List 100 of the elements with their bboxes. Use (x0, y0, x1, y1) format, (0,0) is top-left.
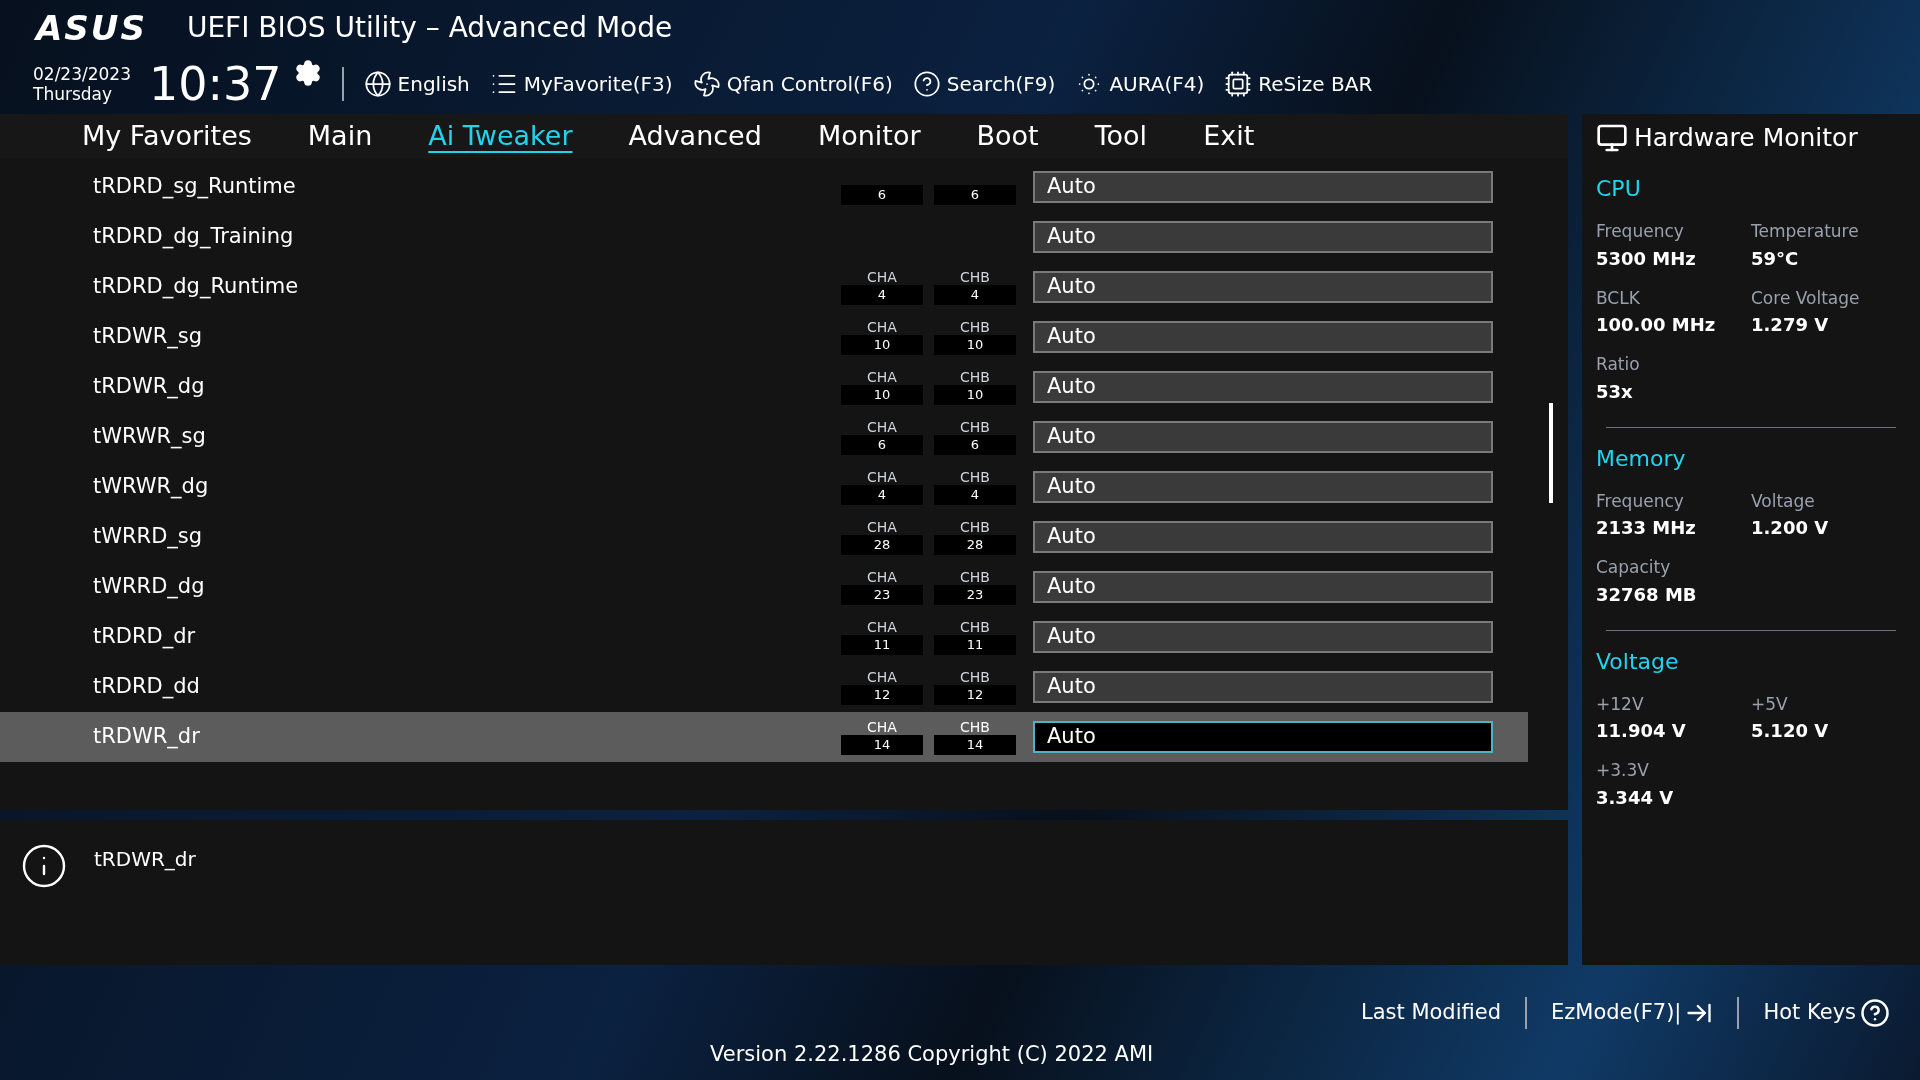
channel-value: 12 (934, 685, 1016, 705)
menu-tab[interactable]: Main (307, 115, 373, 157)
metric-label: Capacity (1596, 556, 1672, 579)
metric-label: Voltage (1751, 489, 1816, 513)
setting-row[interactable]: tWRWR_dg CHA 4 CHB 4 Auto (0, 462, 1528, 512)
channel-label: CHA (867, 369, 897, 385)
channel-value: 6 (934, 435, 1016, 455)
setting-row[interactable]: tRDRD_dg_Training Auto (0, 212, 1528, 262)
metric-label: +3.3V (1596, 759, 1650, 782)
channel-label: CHA (867, 619, 897, 635)
channel-label: CHA (867, 519, 897, 535)
setting-row[interactable]: tWRRD_dg CHA 23 CHB 23 Auto (0, 562, 1528, 612)
channel-value: 6 (841, 435, 923, 455)
setting-row[interactable]: tWRRD_sg CHA 28 CHB 28 Auto (0, 512, 1528, 562)
setting-label: tRDWR_dr (93, 723, 201, 751)
channel-label: CHA (867, 319, 897, 335)
channel-value: 4 (841, 485, 923, 505)
setting-row[interactable]: tRDRD_sg_Runtime 6 6 Auto (0, 162, 1528, 212)
channel-label: CHA (867, 669, 897, 685)
metric-label: +5V (1751, 692, 1789, 716)
metric-label: Frequency (1596, 220, 1685, 243)
menu-tab[interactable]: Boot (976, 115, 1039, 157)
channel-value: 28 (934, 535, 1016, 555)
brand-logo: ASUS (36, 6, 147, 50)
value-dropdown[interactable]: Auto (1033, 571, 1493, 603)
scrollbar-thumb[interactable] (1549, 403, 1553, 503)
metric-value: 11.904 V (1596, 719, 1687, 743)
setting-row[interactable]: tRDWR_dg CHA 10 CHB 10 Auto (0, 362, 1528, 412)
setting-label: tWRWR_dg (93, 473, 210, 501)
channel-label: CHA (867, 269, 897, 285)
metric-value: 5300 MHz (1596, 246, 1697, 271)
day-text: Thursday (33, 84, 114, 104)
channel-value: 10 (934, 335, 1016, 355)
setting-row[interactable]: tRDRD_dg_Runtime CHA 4 CHB 4 Auto (0, 262, 1528, 312)
setting-row[interactable]: tRDWR_dr CHA 14 CHB 14 Auto (0, 712, 1528, 762)
channel-value: 11 (934, 635, 1016, 655)
setting-label: tWRRD_dg (93, 573, 206, 601)
section-title: Voltage (1596, 647, 1680, 676)
setting-row[interactable]: tRDWR_sg CHA 10 CHB 10 Auto (0, 312, 1528, 362)
channel-value: 6 (934, 185, 1016, 205)
channel-label: CHB (960, 519, 990, 535)
channel-label: CHA (867, 469, 897, 485)
value-dropdown[interactable]: Auto (1033, 621, 1493, 653)
channel-value: 10 (934, 385, 1016, 405)
toolbar-button[interactable]: MyFavorite(F3) (489, 69, 673, 99)
footer-button[interactable]: Last Modified (1361, 997, 1501, 1029)
metric-value: 5.120 V (1751, 719, 1830, 743)
channel-label: CHB (960, 319, 990, 335)
menu-tab[interactable]: Exit (1203, 115, 1255, 157)
setting-label: tWRWR_sg (93, 423, 207, 451)
setting-row[interactable]: tWRWR_sg CHA 6 CHB 6 Auto (0, 412, 1528, 462)
menu-tab[interactable]: Ai Tweaker (428, 115, 573, 157)
value-dropdown[interactable]: Auto (1033, 221, 1493, 253)
value-dropdown[interactable]: Auto (1033, 371, 1493, 403)
metric-value: 53x (1596, 379, 1634, 404)
setting-label: tRDRD_dg_Training (93, 223, 295, 251)
info-icon (20, 842, 68, 890)
menu-tab[interactable]: Advanced (628, 115, 762, 157)
section-title: Memory (1596, 444, 1687, 473)
metric-label: Core Voltage (1751, 286, 1861, 310)
channel-label: CHA (867, 569, 897, 585)
setting-label: tRDWR_dg (93, 373, 206, 401)
toolbar-button[interactable]: AURA(F4) (1075, 69, 1205, 99)
toolbar-button[interactable]: English (363, 69, 470, 99)
menu-tab[interactable]: Tool (1094, 115, 1148, 157)
value-dropdown[interactable]: Auto (1033, 271, 1493, 303)
channel-label: CHB (960, 419, 990, 435)
setting-row[interactable]: tRDRD_dd CHA 12 CHB 12 Auto (0, 662, 1528, 712)
footer-button[interactable]: Hot Keys (1763, 997, 1890, 1029)
channel-value: 23 (934, 585, 1016, 605)
help-icon (1860, 998, 1890, 1028)
setting-label: tWRRD_sg (93, 523, 204, 551)
value-dropdown[interactable]: Auto (1033, 471, 1493, 503)
section-title: CPU (1596, 175, 1642, 203)
toolbar-button[interactable]: ReSize BAR (1224, 69, 1373, 99)
menu-tab[interactable]: Monitor (817, 115, 921, 157)
clock-time: 10:37 (149, 61, 282, 107)
version-text: Version 2.22.1286 Copyright (C) 2022 AMI (710, 1040, 1154, 1068)
channel-value: 11 (841, 635, 923, 655)
channel-label: CHA (867, 719, 897, 735)
metric-value: 59°C (1751, 246, 1800, 271)
channel-label: CHA (867, 419, 897, 435)
value-dropdown[interactable]: Auto (1033, 521, 1493, 553)
chip-icon (1224, 70, 1253, 98)
menu-tab[interactable]: My Favorites (82, 115, 252, 157)
value-dropdown[interactable]: Auto (1033, 671, 1493, 703)
toolbar-button[interactable]: Search(F9) (912, 69, 1056, 99)
footer-button[interactable]: EzMode(F7)| (1551, 997, 1714, 1029)
value-dropdown[interactable]: Auto (1033, 721, 1493, 753)
metric-value: 1.279 V (1751, 313, 1830, 337)
metric-value: 2133 MHz (1596, 516, 1697, 540)
value-dropdown[interactable]: Auto (1033, 321, 1493, 353)
value-dropdown[interactable]: Auto (1033, 171, 1493, 203)
channel-value: 23 (841, 585, 923, 605)
value-dropdown[interactable]: Auto (1033, 421, 1493, 453)
setting-row[interactable]: tRDRD_dr CHA 11 CHB 11 Auto (0, 612, 1528, 662)
metric-label: Ratio (1596, 353, 1641, 376)
channel-label: CHB (960, 569, 990, 585)
metric-value: 100.00 MHz (1596, 313, 1717, 337)
toolbar-button[interactable]: Qfan Control(F6) (692, 69, 893, 99)
